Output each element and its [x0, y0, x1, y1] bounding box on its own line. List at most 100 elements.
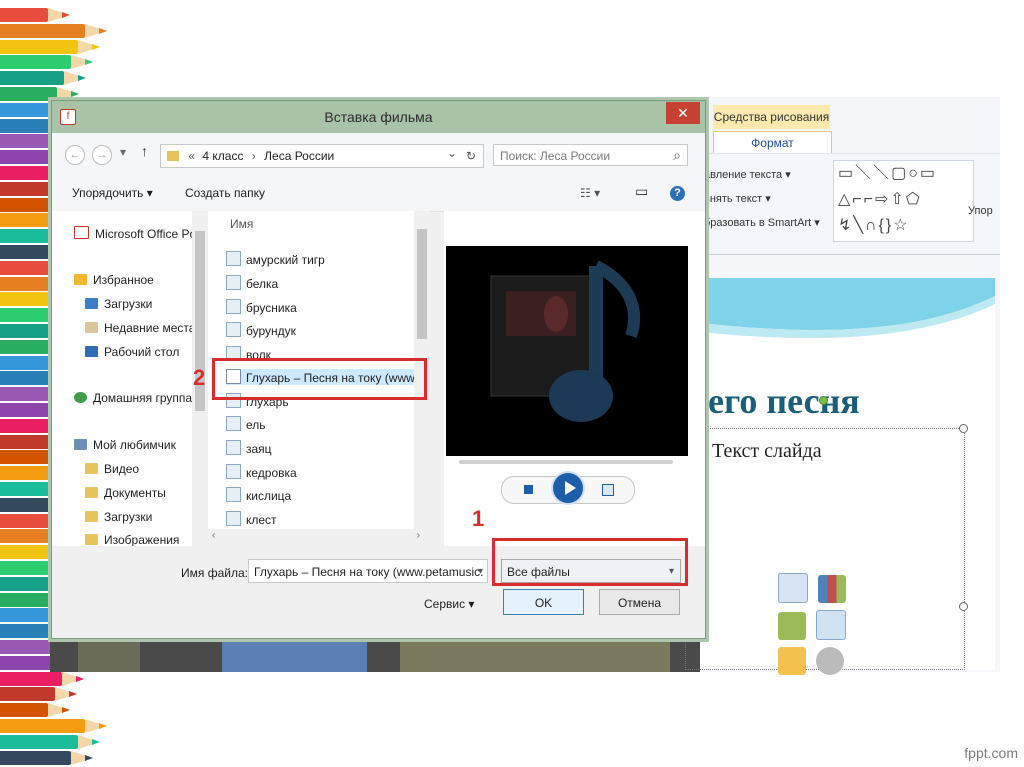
- search-placeholder: Поиск: Леса России: [500, 149, 611, 163]
- shapes-row-2: △⌐⌐⇨⇧⬠: [838, 191, 922, 208]
- file-item[interactable]: кислица: [226, 487, 291, 503]
- text-direction-button[interactable]: авление текста ▾: [704, 168, 791, 181]
- resize-handle[interactable]: [959, 602, 968, 611]
- close-button[interactable]: ✕: [666, 102, 700, 124]
- nav-item-office[interactable]: Microsoft Office Po: [74, 226, 196, 241]
- nav-item-desktop[interactable]: Рабочий стол: [85, 345, 179, 359]
- help-icon[interactable]: ?: [670, 186, 685, 201]
- file-item[interactable]: заяц: [226, 440, 272, 456]
- breadcrumb-item[interactable]: Леса России: [264, 149, 334, 163]
- nav-item-pictures[interactable]: Изображения: [85, 533, 179, 547]
- picture-icon[interactable]: [816, 610, 847, 640]
- stop-button[interactable]: [524, 485, 533, 494]
- drawing-tools-tab[interactable]: Средства рисования: [713, 105, 830, 129]
- image-file-icon: [226, 464, 241, 479]
- filename-input[interactable]: Глухарь – Песня на току (www.petamusic. …: [248, 559, 488, 583]
- file-name: клест: [246, 513, 277, 527]
- file-name: ель: [246, 418, 266, 432]
- nav-item-label: Загрузки: [104, 510, 153, 524]
- file-name: белка: [246, 277, 279, 291]
- media-icon[interactable]: [816, 647, 845, 675]
- breadcrumb-item[interactable]: 4 класс: [202, 149, 243, 163]
- resize-handle[interactable]: [819, 396, 828, 405]
- nav-item-documents[interactable]: Документы: [85, 486, 166, 500]
- nav-item-downloads[interactable]: Загрузки: [85, 297, 152, 311]
- chevron-down-icon[interactable]: ▾: [478, 560, 483, 582]
- file-name: брусника: [246, 301, 297, 315]
- progress-track[interactable]: [459, 460, 673, 464]
- slide-title[interactable]: его песня: [708, 380, 860, 422]
- nav-item-downloads-2[interactable]: Загрузки: [85, 510, 152, 524]
- resize-handle[interactable]: [959, 424, 968, 433]
- recent-places-icon: [85, 322, 98, 333]
- organize-button[interactable]: Упорядочить ▾: [72, 186, 153, 200]
- folder-icon: [85, 534, 98, 545]
- content-insert-icons: [775, 572, 875, 675]
- star-icon: [74, 274, 87, 285]
- scrollbar-thumb[interactable]: [417, 229, 427, 339]
- preview-pane: [444, 211, 705, 546]
- search-input[interactable]: Поиск: Леса России ⌕: [493, 144, 688, 166]
- folder-icon: [85, 463, 98, 474]
- preview-pane-icon[interactable]: ▭: [635, 183, 648, 200]
- up-button[interactable]: ↑: [141, 143, 148, 159]
- file-name: кедровка: [246, 466, 297, 480]
- back-button[interactable]: ←: [65, 145, 85, 165]
- file-name: бурундук: [246, 324, 296, 338]
- recent-locations-dropdown[interactable]: ▾: [120, 145, 126, 159]
- clipart-icon[interactable]: [778, 647, 806, 675]
- file-item[interactable]: брусника: [226, 299, 297, 315]
- nav-item-label: Домашняя группа: [93, 391, 193, 405]
- search-icon[interactable]: ⌕: [673, 144, 681, 166]
- slide-body-text[interactable]: Текст слайда: [712, 440, 822, 463]
- downloads-icon: [85, 298, 98, 309]
- nav-item-computer[interactable]: Мой любимчик: [74, 438, 176, 452]
- file-item[interactable]: кедровка: [226, 464, 297, 480]
- address-bar[interactable]: « 4 класс › Леса России ⌄ ↻: [160, 144, 484, 168]
- nav-item-favorites[interactable]: Избранное: [74, 273, 154, 287]
- new-folder-button[interactable]: Создать папку: [185, 186, 265, 200]
- nav-item-homegroup[interactable]: Домашняя группа: [74, 391, 192, 405]
- file-item[interactable]: бурундук: [226, 322, 296, 338]
- dialog-titlebar[interactable]: f Вставка фильма ✕: [52, 101, 705, 133]
- navigation-bar: ← → ▾ ↑ « 4 класс › Леса России ⌄ ↻ Поис…: [52, 133, 705, 176]
- file-item[interactable]: клест: [226, 511, 277, 527]
- folder-icon: [85, 511, 98, 522]
- dialog-title: Вставка фильма: [324, 109, 433, 125]
- file-list-hscrollbar[interactable]: ‹ ›: [208, 529, 428, 545]
- forward-button[interactable]: →: [92, 145, 112, 165]
- convert-smartart-button[interactable]: бразовать в SmartArt ▾: [704, 216, 820, 229]
- file-item[interactable]: белка: [226, 275, 278, 291]
- folder-icon: [85, 487, 98, 498]
- image-file-icon: [226, 299, 241, 314]
- refresh-icon[interactable]: ↻: [466, 145, 476, 167]
- nav-item-recent[interactable]: Недавние места: [85, 321, 195, 335]
- view-options-icon[interactable]: ☷ ▾: [580, 186, 600, 200]
- shapes-gallery[interactable]: ▭＼＼▢○▭ △⌐⌐⇨⇧⬠ ↯╲∩{}☆: [833, 160, 974, 242]
- shapes-row-1: ▭＼＼▢○▭: [838, 165, 938, 182]
- chart-icon[interactable]: [818, 575, 847, 603]
- align-text-button[interactable]: внять текст ▾: [704, 192, 771, 205]
- table-icon[interactable]: [778, 573, 808, 603]
- nav-item-video[interactable]: Видео: [85, 462, 139, 476]
- file-item[interactable]: амурский тигр: [226, 251, 325, 267]
- ok-button[interactable]: OK: [503, 589, 584, 615]
- scroll-left-icon[interactable]: ‹: [212, 530, 215, 541]
- breadcrumb-prefix[interactable]: «: [188, 149, 195, 163]
- smartart-icon[interactable]: [778, 612, 806, 640]
- file-item[interactable]: ель: [226, 416, 266, 432]
- format-tab[interactable]: Формат: [713, 131, 832, 154]
- tools-button[interactable]: Сервис ▾: [424, 597, 474, 611]
- fullscreen-button[interactable]: [602, 484, 614, 496]
- address-dropdown-icon[interactable]: ⌄: [447, 142, 457, 164]
- arrange-label[interactable]: Упор: [968, 205, 993, 217]
- media-preview[interactable]: [446, 246, 688, 456]
- play-button[interactable]: [551, 471, 585, 505]
- scroll-right-icon[interactable]: ›: [417, 530, 420, 541]
- navigation-pane: Microsoft Office Po Избранное Загрузки Н…: [52, 211, 196, 547]
- breadcrumb-separator[interactable]: ›: [252, 149, 256, 163]
- cancel-button[interactable]: Отмена: [599, 589, 680, 615]
- photo-strip-left: [78, 640, 140, 672]
- media-controls: [501, 471, 635, 505]
- column-header-name[interactable]: Имя: [230, 217, 253, 231]
